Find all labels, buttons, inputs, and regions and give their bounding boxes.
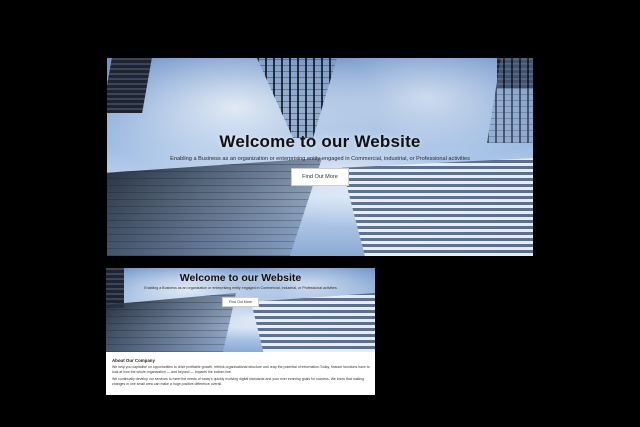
building-left-top	[107, 58, 152, 113]
hero-banner-large: Welcome to our Website Enabling a Busine…	[107, 58, 533, 256]
hero-title: Welcome to our Website	[179, 272, 302, 284]
about-section: About Our Company We help you capitalise…	[112, 358, 370, 389]
hero-subtitle: Enabling a Business as an organization o…	[144, 286, 337, 290]
hero-banner-small: Welcome to our Website Enabling a Busine…	[106, 268, 375, 352]
about-paragraph-1: We help you capitalise on opportunities …	[112, 365, 370, 374]
building-center-tower	[257, 58, 337, 138]
hero-content: Welcome to our Website Enabling a Busine…	[106, 272, 375, 308]
find-out-more-button[interactable]: Find Out More	[291, 168, 349, 186]
find-out-more-button[interactable]: Find Out More	[222, 297, 259, 307]
hero-content: Welcome to our Website Enabling a Busine…	[107, 132, 533, 186]
about-paragraph-2: We continually develop our services to m…	[112, 377, 365, 386]
hero-subtitle: Enabling a Business as an organization o…	[170, 156, 470, 162]
building-right-edge	[487, 58, 533, 143]
page-preview-small: Welcome to our Website Enabling a Busine…	[106, 268, 375, 395]
about-heading: About Our Company	[112, 358, 155, 363]
hero-title: Welcome to our Website	[219, 132, 421, 151]
